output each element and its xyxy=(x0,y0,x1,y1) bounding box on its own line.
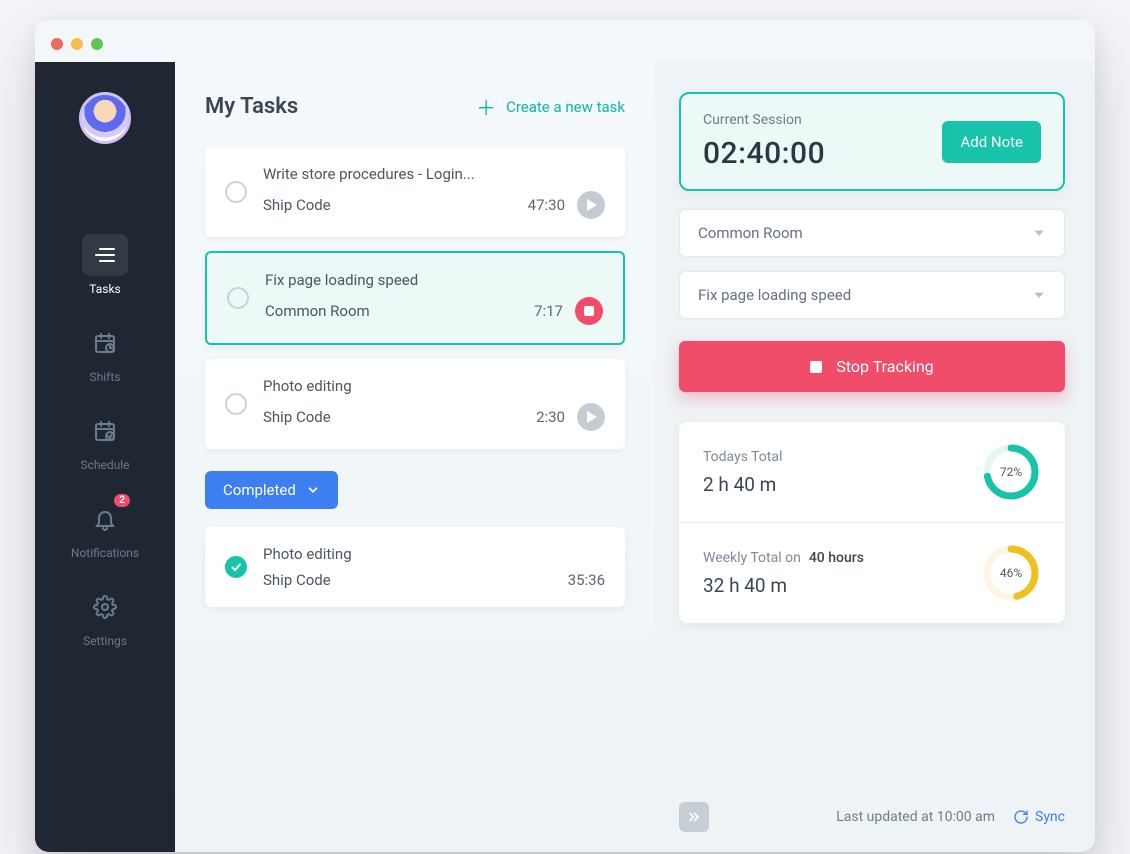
last-updated-text: Last updated at 10:00 am xyxy=(836,809,995,825)
today-progress-percent: 72% xyxy=(981,442,1041,502)
schedule-icon xyxy=(82,410,128,452)
task-name: Photo editing xyxy=(263,545,605,563)
today-total-label: Todays Total xyxy=(703,449,782,465)
task-time: 35:36 xyxy=(568,571,605,589)
task-select-value: Fix page loading speed xyxy=(698,286,851,304)
task-name: Photo editing xyxy=(263,377,605,395)
session-label: Current Session xyxy=(703,112,825,128)
task-card-completed[interactable]: Photo editing Ship Code 35:36 xyxy=(205,527,625,607)
sidebar-item-label: Settings xyxy=(83,634,127,648)
completed-toggle[interactable]: Completed xyxy=(205,471,338,509)
tasks-header: My Tasks ＋ Create a new task xyxy=(205,92,625,121)
plus-icon: ＋ xyxy=(476,92,496,121)
app-window: Tasks Shifts xyxy=(35,20,1095,852)
task-radio-done[interactable] xyxy=(225,556,247,578)
project-select[interactable]: Common Room xyxy=(679,209,1065,257)
sidebar-item-label: Schedule xyxy=(80,458,129,472)
sidebar-item-schedule[interactable]: Schedule xyxy=(65,402,145,480)
task-radio[interactable] xyxy=(225,393,247,415)
current-session-box: Current Session 02:40:00 Add Note xyxy=(679,92,1065,191)
sidebar-item-settings[interactable]: Settings xyxy=(65,578,145,656)
task-card[interactable]: Photo editing Ship Code 2:30 xyxy=(205,359,625,449)
sync-button[interactable]: Sync xyxy=(1013,809,1065,825)
sidebar-item-label: Tasks xyxy=(89,282,121,296)
shifts-icon xyxy=(82,322,128,364)
stop-icon xyxy=(810,361,822,373)
project-select-value: Common Room xyxy=(698,224,803,242)
stop-tracking-button[interactable]: Stop Tracking xyxy=(679,341,1065,392)
chevron-right-double-icon xyxy=(687,810,701,824)
app-body: Tasks Shifts xyxy=(35,62,1095,852)
avatar[interactable] xyxy=(79,92,131,144)
stop-icon xyxy=(584,306,594,316)
weekly-total-row: Weekly Total on40 hours 32 h 40 m 46% xyxy=(679,523,1065,623)
tasks-icon xyxy=(82,234,128,276)
window-controls xyxy=(51,38,103,50)
nav: Tasks Shifts xyxy=(65,226,145,656)
play-icon xyxy=(585,411,597,423)
completed-label: Completed xyxy=(223,481,296,499)
task-body: Photo editing Ship Code 2:30 xyxy=(263,377,605,431)
create-task-button[interactable]: ＋ Create a new task xyxy=(476,92,625,121)
totals-card: Todays Total 2 h 40 m 72% Week xyxy=(679,422,1065,623)
sidebar-item-tasks[interactable]: Tasks xyxy=(65,226,145,304)
chevron-down-icon xyxy=(306,483,320,497)
task-time: 2:30 xyxy=(536,408,565,426)
sync-label: Sync xyxy=(1035,809,1065,825)
play-button[interactable] xyxy=(577,191,605,219)
task-select[interactable]: Fix page loading speed xyxy=(679,271,1065,319)
weekly-progress-percent: 46% xyxy=(981,543,1041,603)
task-body: Write store procedures - Login... Ship C… xyxy=(263,165,605,219)
expand-button[interactable] xyxy=(679,802,709,832)
task-body: Photo editing Ship Code 35:36 xyxy=(263,545,605,589)
task-card[interactable]: Write store procedures - Login... Ship C… xyxy=(205,147,625,237)
chevron-down-icon xyxy=(1032,226,1046,240)
task-card-active[interactable]: Fix page loading speed Common Room 7:17 xyxy=(205,251,625,345)
sidebar-item-label: Notifications xyxy=(71,546,139,560)
sync-icon xyxy=(1013,809,1029,825)
minimize-window-button[interactable] xyxy=(71,38,83,50)
sidebar-item-notifications[interactable]: 2 Notifications xyxy=(65,490,145,568)
sidebar: Tasks Shifts xyxy=(35,62,175,852)
session-panel: Current Session 02:40:00 Add Note Common… xyxy=(655,62,1095,852)
check-icon xyxy=(230,561,242,573)
page-title: My Tasks xyxy=(205,94,298,119)
notification-badge: 2 xyxy=(114,494,130,507)
today-total-value: 2 h 40 m xyxy=(703,473,782,496)
task-time: 7:17 xyxy=(534,302,563,320)
weekly-total-label: Weekly Total on40 hours xyxy=(703,550,864,566)
chevron-down-icon xyxy=(1032,288,1046,302)
session-time: 02:40:00 xyxy=(703,136,825,171)
stop-tracking-label: Stop Tracking xyxy=(836,357,933,376)
sidebar-item-shifts[interactable]: Shifts xyxy=(65,314,145,392)
task-name: Write store procedures - Login... xyxy=(263,165,605,183)
task-body: Fix page loading speed Common Room 7:17 xyxy=(265,271,603,325)
task-project: Common Room xyxy=(265,302,370,320)
gear-icon xyxy=(82,586,128,628)
close-window-button[interactable] xyxy=(51,38,63,50)
task-project: Ship Code xyxy=(263,408,331,426)
task-project: Ship Code xyxy=(263,571,331,589)
tasks-panel: My Tasks ＋ Create a new task Write store… xyxy=(175,62,655,852)
weekly-total-value: 32 h 40 m xyxy=(703,574,864,597)
bell-icon: 2 xyxy=(82,498,128,540)
maximize-window-button[interactable] xyxy=(91,38,103,50)
task-project: Ship Code xyxy=(263,196,331,214)
weekly-progress-ring: 46% xyxy=(981,543,1041,603)
task-radio[interactable] xyxy=(225,181,247,203)
today-total-row: Todays Total 2 h 40 m 72% xyxy=(679,422,1065,523)
sidebar-item-label: Shifts xyxy=(90,370,121,384)
today-progress-ring: 72% xyxy=(981,442,1041,502)
panel-footer: Last updated at 10:00 am Sync xyxy=(679,784,1065,832)
play-button[interactable] xyxy=(577,403,605,431)
task-name: Fix page loading speed xyxy=(265,271,603,289)
add-note-button[interactable]: Add Note xyxy=(942,121,1041,163)
titlebar xyxy=(35,26,1095,62)
task-radio[interactable] xyxy=(227,287,249,309)
play-icon xyxy=(585,199,597,211)
stop-button[interactable] xyxy=(575,297,603,325)
task-time: 47:30 xyxy=(528,196,565,214)
create-task-label: Create a new task xyxy=(506,98,625,116)
